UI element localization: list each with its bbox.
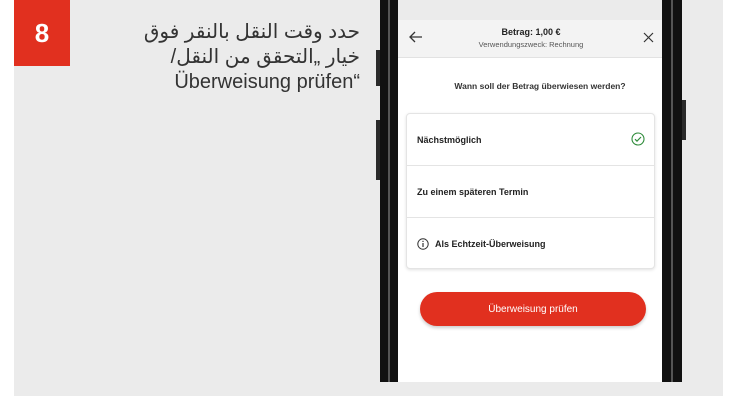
option-label: Zu einem späteren Termin: [417, 186, 529, 197]
phone-frame-right: [662, 0, 682, 382]
option-next-possible[interactable]: Nächstmöglich: [407, 114, 654, 166]
instruction-line: خيار „التحقق من النقل/: [170, 46, 360, 68]
purpose-subtitle: Verwendungszweck: Rechnung: [478, 40, 584, 49]
phone-screen: Betrag: 1,00 € Verwendungszweck: Rechnun…: [398, 20, 662, 382]
step-badge: 8: [14, 0, 70, 66]
instruction-line: “Überweisung prüfen: [174, 71, 360, 93]
transfer-time-question: Wann soll der Betrag überwiesen werden?: [454, 81, 626, 91]
amount-title: Betrag: 1,00 €: [501, 27, 561, 37]
instruction-line: حدد وقت النقل بالنقر فوق: [143, 21, 360, 43]
instruction-text: حدد وقت النقل بالنقر فوق خيار „التحقق من…: [94, 20, 360, 95]
transfer-header: Betrag: 1,00 € Verwendungszweck: Rechnun…: [398, 20, 662, 58]
option-instant-transfer[interactable]: Als Echtzeit-Überweisung: [407, 218, 654, 270]
arrow-left-icon[interactable]: [406, 26, 426, 48]
option-later-date[interactable]: Zu einem späteren Termin: [407, 166, 654, 218]
check-transfer-button[interactable]: Überweisung prüfen: [420, 292, 646, 326]
check-circle-icon: [631, 132, 645, 146]
option-label: Nächstmöglich: [417, 134, 482, 145]
option-label: Als Echtzeit-Überweisung: [435, 239, 546, 249]
close-icon[interactable]: [638, 26, 658, 48]
transfer-time-options: Nächstmöglich Zu einem späteren Termin A…: [406, 113, 655, 269]
info-icon: [417, 238, 429, 250]
phone-frame-left: [380, 0, 398, 382]
